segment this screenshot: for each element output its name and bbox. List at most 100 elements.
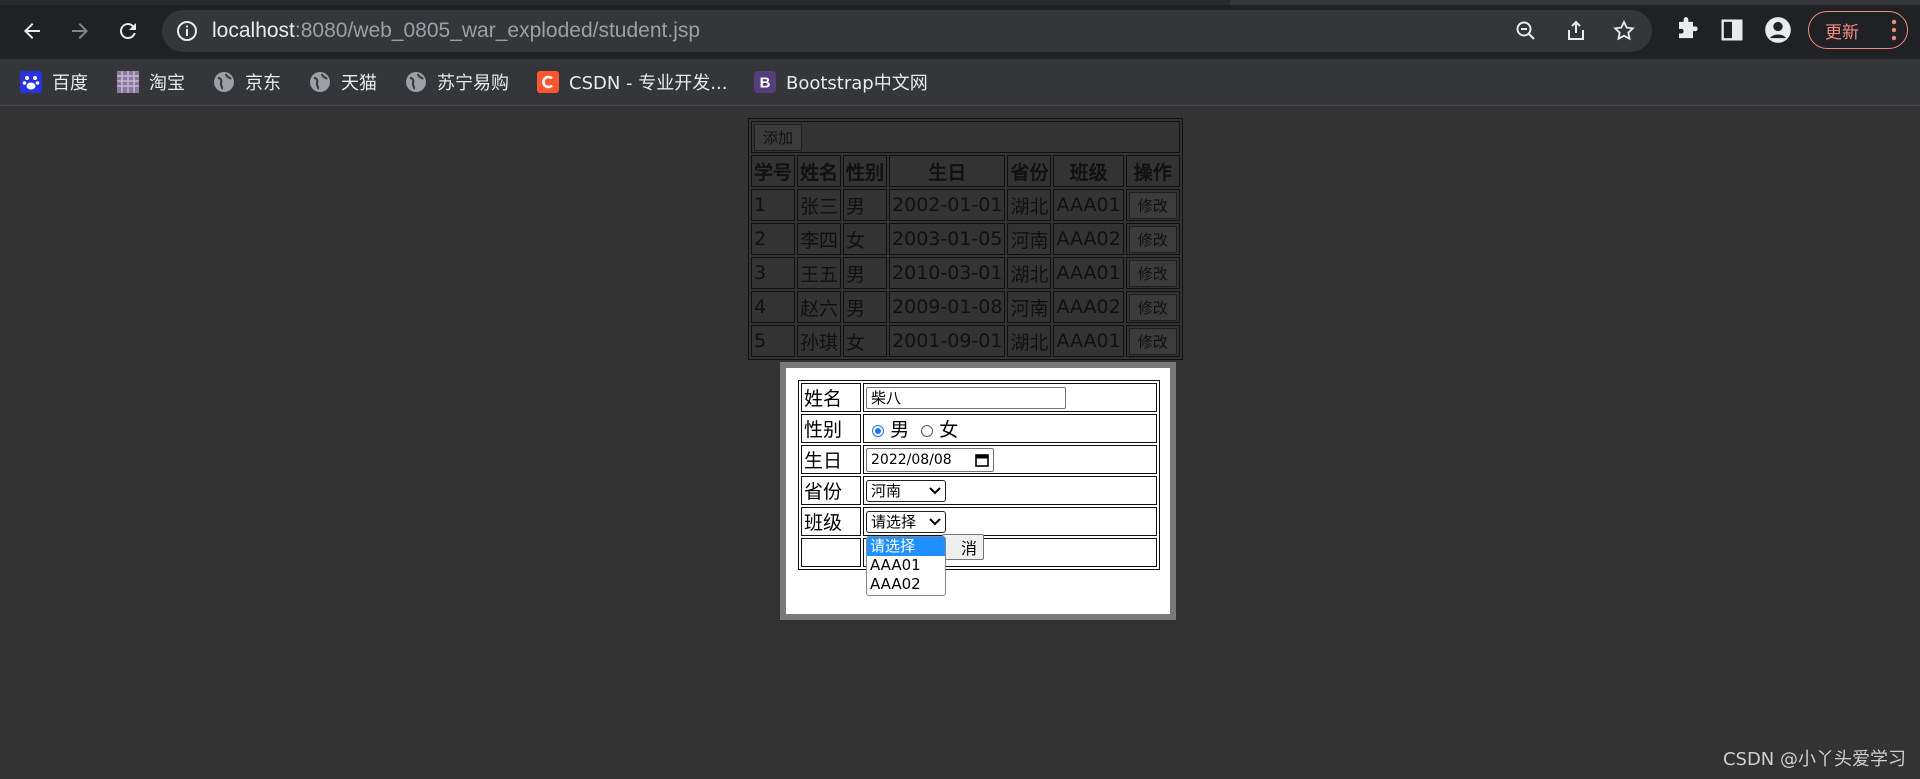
- globe-icon: [405, 71, 427, 93]
- form-row-birthday: 生日 2022/08/08: [801, 445, 1157, 474]
- globe-icon: [309, 71, 331, 93]
- cell-action: 修改: [1125, 257, 1180, 289]
- form-row-name: 姓名: [801, 383, 1157, 412]
- bookmark-baidu[interactable]: 百度: [20, 67, 88, 97]
- name-input[interactable]: [866, 386, 1066, 409]
- edit-button[interactable]: 修改: [1128, 293, 1177, 321]
- header-birthday: 生日: [889, 155, 1006, 187]
- cell-id: 5: [751, 325, 796, 357]
- bookmark-label: 淘宝: [149, 73, 185, 94]
- header-id: 学号: [751, 155, 796, 187]
- class-option[interactable]: AAA02: [867, 575, 945, 594]
- cell-province: 湖北: [1007, 325, 1052, 357]
- tab-strip-edge: [1230, 0, 1920, 5]
- edit-button[interactable]: 修改: [1128, 225, 1177, 253]
- bookmark-label: 百度: [52, 73, 88, 94]
- add-button[interactable]: 添加: [754, 123, 803, 151]
- browser-toolbar: localhost:8080/web_0805_war_exploded/stu…: [0, 0, 1920, 59]
- class-select[interactable]: 请选择: [866, 510, 946, 533]
- cell-gender: 女: [843, 325, 888, 357]
- bookmark-bootstrap[interactable]: B Bootstrap中文网: [754, 67, 928, 97]
- cell-gender: 男: [843, 291, 888, 323]
- cell-name: 李四: [797, 223, 842, 255]
- gender-female-radio[interactable]: [921, 424, 934, 437]
- name-label: 姓名: [801, 383, 861, 412]
- cell-action: 修改: [1125, 223, 1180, 255]
- bookmark-suning[interactable]: 苏宁易购: [405, 67, 509, 97]
- cell-id: 3: [751, 257, 796, 289]
- table-row: 3 王五 男 2010-03-01 湖北 AAA01 修改: [751, 257, 1180, 289]
- cell-birthday: 2002-01-01: [889, 189, 1006, 221]
- cell-birthday: 2009-01-08: [889, 291, 1006, 323]
- actions-empty-cell: [801, 538, 861, 567]
- province-select[interactable]: 河南: [866, 479, 946, 502]
- form-row-class: 班级 请选择: [801, 507, 1157, 536]
- site-info-icon[interactable]: [176, 20, 198, 46]
- edit-button[interactable]: 修改: [1128, 327, 1177, 355]
- table-header-row: 学号 姓名 性别 生日 省份 班级 操作: [751, 155, 1180, 187]
- cell-action: 修改: [1125, 325, 1180, 357]
- birthday-cell: 2022/08/08: [863, 445, 1157, 474]
- csdn-icon: [537, 71, 559, 93]
- star-icon[interactable]: [1612, 19, 1636, 43]
- cancel-button[interactable]: 消: [942, 534, 984, 560]
- class-cell: 请选择: [863, 507, 1157, 536]
- bookmark-label: 苏宁易购: [437, 73, 509, 94]
- tab-strip: [0, 0, 1260, 5]
- url-host: localhost: [212, 19, 295, 42]
- more-menu-icon: [1891, 19, 1897, 46]
- bookmark-label: Bootstrap中文网: [786, 73, 928, 94]
- edit-button[interactable]: 修改: [1128, 259, 1177, 287]
- bookmark-tmall[interactable]: 天猫: [309, 67, 377, 97]
- form-row-province: 省份 河南: [801, 476, 1157, 505]
- address-bar[interactable]: localhost:8080/web_0805_war_exploded/stu…: [162, 10, 1652, 52]
- side-panel-icon[interactable]: [1718, 16, 1746, 44]
- back-button[interactable]: [12, 12, 52, 50]
- table-row: 4 赵六 男 2009-01-08 河南 AAA02 修改: [751, 291, 1180, 323]
- class-option[interactable]: AAA01: [867, 556, 945, 575]
- chevron-down-icon: [929, 487, 941, 495]
- header-action: 操作: [1125, 155, 1180, 187]
- zoom-icon[interactable]: [1514, 19, 1538, 43]
- update-button[interactable]: 更新: [1808, 11, 1908, 49]
- chevron-down-icon: [929, 518, 941, 526]
- cell-province: 湖北: [1007, 257, 1052, 289]
- table-row: 1 张三 男 2002-01-01 湖北 AAA01 修改: [751, 189, 1180, 221]
- cell-class: AAA01: [1053, 189, 1124, 221]
- birthday-date-input[interactable]: 2022/08/08: [866, 447, 994, 472]
- reload-button[interactable]: [108, 12, 148, 50]
- cell-birthday: 2003-01-05: [889, 223, 1006, 255]
- edit-button[interactable]: 修改: [1128, 191, 1177, 219]
- watermark: CSDN @小丫头爱学习: [1722, 749, 1906, 770]
- extensions-icon[interactable]: [1672, 16, 1700, 44]
- share-icon[interactable]: [1564, 19, 1588, 43]
- svg-text:B: B: [760, 75, 771, 92]
- cell-name: 赵六: [797, 291, 842, 323]
- reload-icon: [119, 23, 136, 40]
- province-label: 省份: [801, 476, 861, 505]
- class-option[interactable]: 请选择: [867, 537, 945, 556]
- province-cell: 河南: [863, 476, 1157, 505]
- bookmark-csdn[interactable]: CSDN - 专业开发...: [537, 67, 727, 97]
- header-name: 姓名: [797, 155, 842, 187]
- cell-birthday: 2001-09-01: [889, 325, 1006, 357]
- forward-button[interactable]: [60, 12, 100, 50]
- gender-label: 性别: [801, 414, 861, 443]
- cell-province: 湖北: [1007, 189, 1052, 221]
- bookmark-taobao[interactable]: 淘宝: [117, 67, 185, 97]
- province-value: 河南: [871, 482, 902, 501]
- profile-avatar-icon[interactable]: [1764, 16, 1792, 44]
- page-content: 添加 学号 姓名 性别 生日 省份 班级 操作 1 张三 男 2002-01-0…: [0, 106, 1920, 779]
- cell-id: 4: [751, 291, 796, 323]
- cell-class: AAA02: [1053, 223, 1124, 255]
- calendar-icon[interactable]: [975, 453, 989, 467]
- cell-class: AAA02: [1053, 291, 1124, 323]
- table-row: 2 李四 女 2003-01-05 河南 AAA02 修改: [751, 223, 1180, 255]
- header-gender: 性别: [843, 155, 888, 187]
- cell-name: 张三: [797, 189, 842, 221]
- cell-gender: 女: [843, 223, 888, 255]
- table-row: 5 孙琪 女 2001-09-01 湖北 AAA01 修改: [751, 325, 1180, 357]
- arrow-right-icon: [72, 23, 88, 39]
- gender-male-radio[interactable]: [872, 424, 885, 437]
- bookmark-jd[interactable]: 京东: [213, 67, 281, 97]
